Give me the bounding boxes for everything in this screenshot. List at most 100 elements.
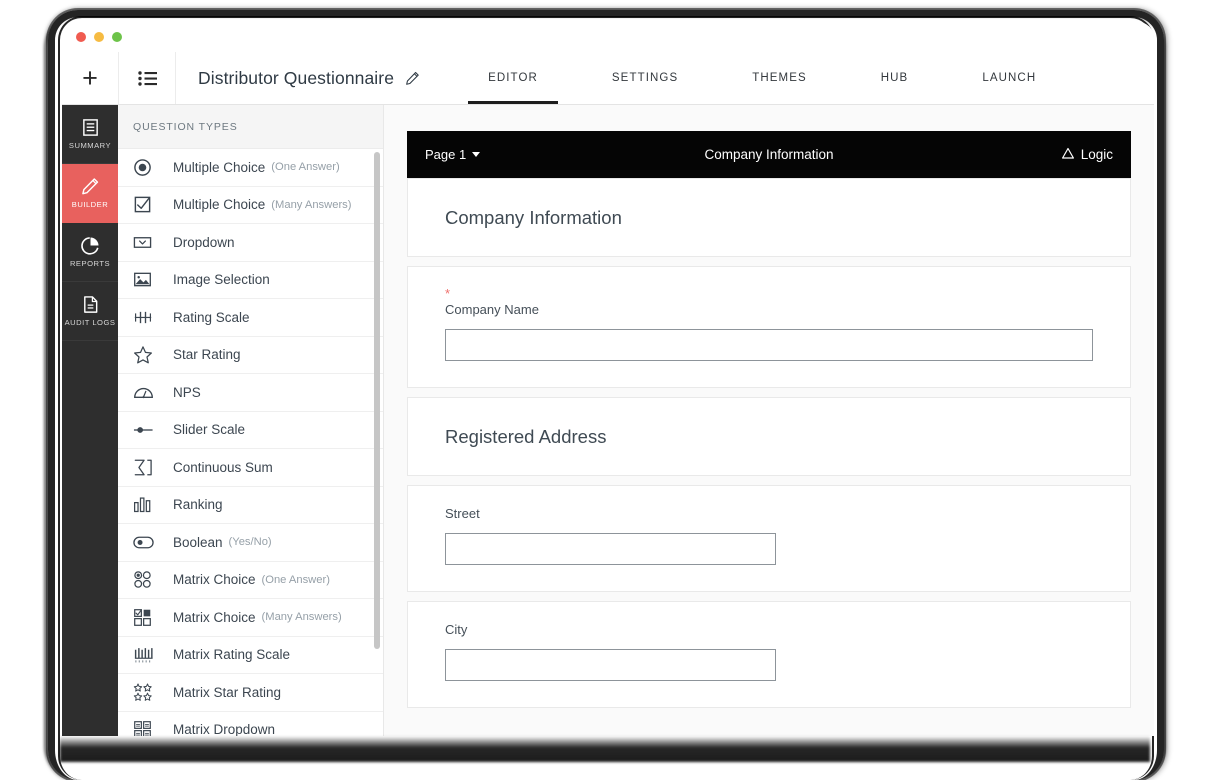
form-heading-text: Company Information <box>445 207 622 229</box>
rail-item-summary[interactable]: SUMMARY <box>62 105 118 164</box>
survey-title: Distributor Questionnaire <box>198 68 394 89</box>
document-lines-icon <box>81 118 100 137</box>
page-selector[interactable]: Page 1 <box>425 147 480 162</box>
question-type-matrix-choice-one[interactable]: Matrix Choice (One Answer) <box>118 562 383 600</box>
logic-button-label: Logic <box>1081 147 1113 162</box>
matrix-checkbox-icon <box>133 608 173 627</box>
question-types-panel: QUESTION TYPES Multiple Choice (One Answ… <box>118 105 384 736</box>
field-label: City <box>445 622 1093 637</box>
radio-button-icon <box>133 158 173 177</box>
question-type-rating-scale[interactable]: Rating Scale <box>118 299 383 337</box>
chevron-down-icon <box>472 152 480 157</box>
pie-chart-icon <box>81 236 100 255</box>
slider-icon <box>133 423 173 437</box>
surveys-menu-button[interactable] <box>119 52 176 104</box>
rail-item-summary-label: SUMMARY <box>69 141 111 150</box>
file-icon <box>81 295 100 314</box>
question-type-matrix-rating-scale[interactable]: Matrix Rating Scale <box>118 637 383 675</box>
question-type-multiple-choice-one[interactable]: Multiple Choice (One Answer) <box>118 149 383 187</box>
question-types-list: Multiple Choice (One Answer) Multiple Ch… <box>118 149 383 736</box>
company-name-input[interactable] <box>445 329 1093 361</box>
form-block-field-company-name[interactable]: * Company Name <box>407 266 1131 388</box>
question-type-label: Matrix Star Rating <box>173 685 281 700</box>
question-panel-scrollbar-thumb[interactable] <box>374 152 380 649</box>
tab-launch-label: LAUNCH <box>982 72 1036 84</box>
question-type-nps[interactable]: NPS <box>118 374 383 412</box>
question-type-label: Matrix Choice <box>173 610 256 625</box>
question-type-label: Image Selection <box>173 272 270 287</box>
tab-settings[interactable]: SETTINGS <box>592 52 698 104</box>
question-type-label: Dropdown <box>173 235 235 250</box>
rail-item-audit-logs[interactable]: AUDIT LOGS <box>62 282 118 341</box>
form-block-field-city[interactable]: City <box>407 601 1131 708</box>
rail-item-reports[interactable]: REPORTS <box>62 223 118 282</box>
window-maximize-button[interactable] <box>112 32 122 42</box>
tab-settings-label: SETTINGS <box>612 72 678 84</box>
question-type-image-selection[interactable]: Image Selection <box>118 262 383 300</box>
question-type-label: Multiple Choice <box>173 160 265 175</box>
field-label: Street <box>445 506 1093 521</box>
question-type-ranking[interactable]: Ranking <box>118 487 383 525</box>
page-selector-label: Page 1 <box>425 147 466 162</box>
form-block-heading-registered-address[interactable]: Registered Address <box>407 397 1131 476</box>
rail-item-reports-label: REPORTS <box>70 259 110 268</box>
rating-scale-icon <box>133 308 173 327</box>
field-label: Company Name <box>445 302 1093 317</box>
question-type-label: Ranking <box>173 497 223 512</box>
question-type-continuous-sum[interactable]: Continuous Sum <box>118 449 383 487</box>
street-input[interactable] <box>445 533 776 565</box>
question-type-matrix-star-rating[interactable]: Matrix Star Rating <box>118 674 383 712</box>
logic-button[interactable]: Logic <box>1061 147 1113 163</box>
question-type-multiple-choice-many[interactable]: Multiple Choice (Many Answers) <box>118 187 383 225</box>
image-icon <box>133 270 173 289</box>
matrix-star-icon <box>133 683 173 702</box>
question-type-boolean[interactable]: Boolean (Yes/No) <box>118 524 383 562</box>
form-canvas: Page 1 Company Information Logic <box>384 105 1154 736</box>
screenshot-stage: + Distributor Questionnaire <box>0 0 1208 760</box>
tab-hub-label: HUB <box>881 72 909 84</box>
device-bottom-shadow <box>60 736 1150 762</box>
tab-launch[interactable]: LAUNCH <box>962 52 1056 104</box>
matrix-rating-icon <box>133 646 173 664</box>
matrix-radio-icon <box>133 570 173 589</box>
question-type-star-rating[interactable]: Star Rating <box>118 337 383 375</box>
question-type-slider-scale[interactable]: Slider Scale <box>118 412 383 450</box>
window-minimize-button[interactable] <box>94 32 104 42</box>
form-block-field-street[interactable]: Street <box>407 485 1131 592</box>
pencil-icon <box>81 177 100 196</box>
gauge-icon <box>133 383 173 401</box>
form-block-heading-company-information[interactable]: Company Information <box>407 178 1131 257</box>
window-close-button[interactable] <box>76 32 86 42</box>
pencil-icon[interactable] <box>405 71 420 86</box>
sigma-icon <box>133 458 173 477</box>
dropdown-icon <box>133 233 173 252</box>
question-type-label: Boolean <box>173 535 223 550</box>
question-type-label: Rating Scale <box>173 310 250 325</box>
checkbox-icon <box>133 195 173 214</box>
question-type-matrix-dropdown[interactable]: Matrix Dropdown <box>118 712 383 737</box>
rail-item-builder-label: BUILDER <box>72 200 108 209</box>
rail-filler <box>62 341 118 736</box>
question-type-label: Star Rating <box>173 347 241 362</box>
tab-editor[interactable]: EDITOR <box>468 52 558 104</box>
rail-item-builder[interactable]: BUILDER <box>62 164 118 223</box>
question-types-header: QUESTION TYPES <box>118 105 383 149</box>
tab-hub[interactable]: HUB <box>861 52 929 104</box>
rail-item-audit-logs-label: AUDIT LOGS <box>65 318 116 327</box>
form-heading-text: Registered Address <box>445 426 606 448</box>
city-input[interactable] <box>445 649 776 681</box>
question-type-matrix-choice-many[interactable]: Matrix Choice (Many Answers) <box>118 599 383 637</box>
left-rail: SUMMARY BUILDER <box>62 105 118 736</box>
question-type-label: Matrix Rating Scale <box>173 647 290 662</box>
question-type-dropdown[interactable]: Dropdown <box>118 224 383 262</box>
add-survey-button[interactable]: + <box>62 52 119 104</box>
page-title: Company Information <box>407 147 1131 162</box>
triangle-logic-icon <box>1061 147 1075 163</box>
app-toolbar: + Distributor Questionnaire <box>62 52 1154 105</box>
plus-icon: + <box>82 65 98 92</box>
form-container: Page 1 Company Information Logic <box>407 131 1131 708</box>
question-type-label: Matrix Choice <box>173 572 256 587</box>
main-tabs: EDITOR SETTINGS THEMES HUB LAUNCH <box>468 52 1056 104</box>
tab-themes[interactable]: THEMES <box>732 52 827 104</box>
survey-title-area: Distributor Questionnaire <box>176 52 420 104</box>
